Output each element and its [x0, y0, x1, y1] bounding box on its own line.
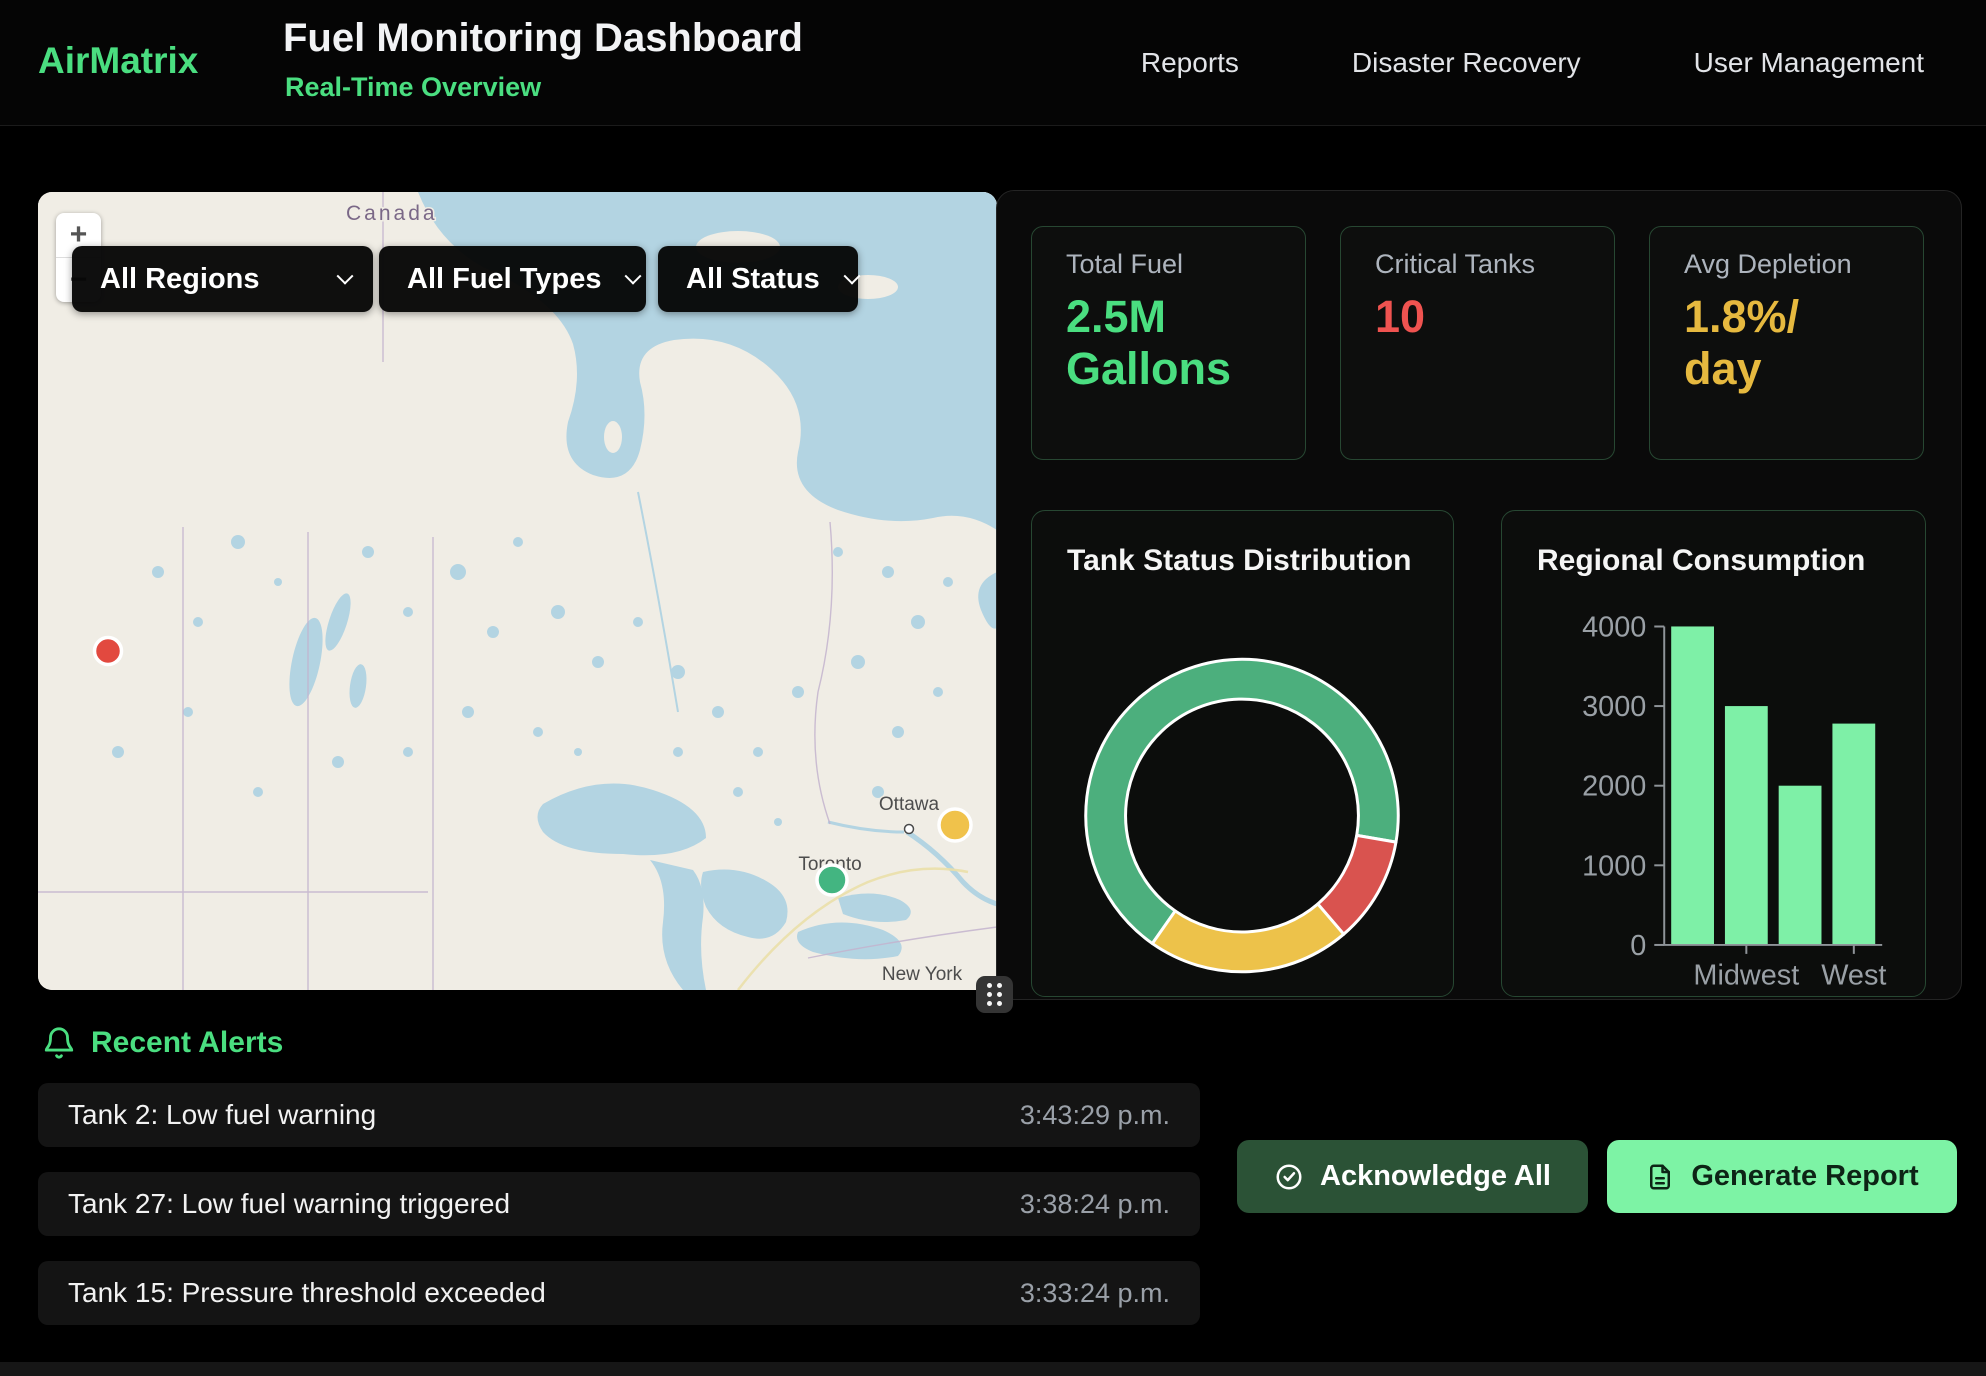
recent-alerts-header: Recent Alerts [42, 1026, 283, 1060]
tank-status-chart [1032, 511, 1453, 996]
tank-map[interactable]: Canada Ottawa Toronto New York + − All R… [38, 192, 997, 990]
document-icon [1645, 1162, 1675, 1192]
alert-row: Tank 27: Low fuel warning triggered 3:38… [38, 1172, 1200, 1236]
chart-title: Regional Consumption [1537, 544, 1865, 578]
generate-report-button[interactable]: Generate Report [1607, 1140, 1957, 1213]
map-label-ottawa: Ottawa [879, 794, 940, 815]
svg-text:4000: 4000 [1582, 611, 1646, 643]
map-island [604, 421, 622, 453]
stat-card-critical-tanks: Critical Tanks 10 [1340, 226, 1615, 460]
alert-time: 3:43:29 p.m. [1020, 1100, 1170, 1131]
chevron-down-icon [337, 268, 354, 285]
donut-segment-warning [1152, 904, 1343, 972]
page-title: Fuel Monitoring Dashboard [283, 16, 803, 61]
svg-text:1000: 1000 [1582, 850, 1646, 882]
nav-item-disaster-recovery[interactable]: Disaster Recovery [1352, 47, 1581, 79]
chevron-down-icon [843, 268, 860, 285]
stat-value-avg-depletion: 1.8%/day [1684, 291, 1808, 395]
stat-label: Critical Tanks [1375, 249, 1535, 280]
fuel-type-filter-dropdown[interactable]: All Fuel Types [379, 246, 646, 312]
svg-text:0: 0 [1630, 930, 1646, 962]
fuel-type-filter-value: All Fuel Types [407, 263, 601, 296]
status-filter-dropdown[interactable]: All Status [658, 246, 858, 312]
alert-message: Tank 15: Pressure threshold exceeded [68, 1277, 546, 1309]
bell-icon [42, 1026, 76, 1060]
generate-report-label: Generate Report [1691, 1160, 1918, 1193]
stat-value-total-fuel: 2.5M Gallons [1066, 291, 1266, 395]
map-filters: All Regions All Fuel Types All Status [72, 246, 858, 312]
nav-item-user-management[interactable]: User Management [1694, 47, 1924, 79]
ottawa-town-dot [905, 825, 914, 834]
map-label-new-york: New York [882, 964, 963, 985]
map-label-canada: Canada [346, 202, 438, 225]
chevron-down-icon [625, 268, 642, 285]
acknowledge-all-label: Acknowledge All [1320, 1160, 1551, 1193]
regional-consumption-chart: 0 1000 2000 3000 4000 Midwest West [1502, 511, 1925, 996]
alert-time: 3:38:24 p.m. [1020, 1189, 1170, 1220]
bar-3 [1832, 724, 1875, 945]
svg-text:Midwest: Midwest [1693, 960, 1799, 992]
check-circle-icon [1274, 1162, 1304, 1192]
alert-row: Tank 15: Pressure threshold exceeded 3:3… [38, 1261, 1200, 1325]
map-resize-handle[interactable] [976, 976, 1013, 1013]
stat-card-avg-depletion: Avg Depletion 1.8%/day [1649, 226, 1924, 460]
tank-status-card: Tank Status Distribution [1031, 510, 1454, 997]
acknowledge-all-button[interactable]: Acknowledge All [1237, 1140, 1588, 1213]
svg-text:2000: 2000 [1582, 771, 1646, 803]
footer-bar [0, 1362, 1986, 1376]
regional-consumption-card: Regional Consumption 0 1000 2000 3000 4000 Mi… [1501, 510, 1926, 997]
normal-tank-marker[interactable] [817, 865, 847, 895]
alert-message: Tank 27: Low fuel warning triggered [68, 1188, 510, 1220]
region-filter-value: All Regions [100, 263, 260, 296]
main-nav: Reports Disaster Recovery User Managemen… [1141, 0, 1924, 126]
region-filter-dropdown[interactable]: All Regions [72, 246, 373, 312]
warning-tank-marker[interactable] [939, 809, 971, 841]
stat-card-total-fuel: Total Fuel 2.5M Gallons [1031, 226, 1306, 460]
bar-1 [1725, 706, 1768, 945]
alert-row: Tank 2: Low fuel warning 3:43:29 p.m. [38, 1083, 1200, 1147]
svg-text:3000: 3000 [1582, 691, 1646, 723]
bar-2 [1779, 786, 1822, 945]
stat-label: Avg Depletion [1684, 249, 1852, 280]
overview-panel: Total Fuel 2.5M Gallons Critical Tanks 1… [996, 190, 1962, 1000]
chart-title: Tank Status Distribution [1067, 544, 1411, 578]
alert-time: 3:33:24 p.m. [1020, 1278, 1170, 1309]
page-subtitle: Real-Time Overview [285, 72, 541, 103]
status-filter-value: All Status [686, 263, 820, 296]
nav-item-reports[interactable]: Reports [1141, 47, 1239, 79]
stat-value-critical-tanks: 10 [1375, 291, 1575, 343]
stat-label: Total Fuel [1066, 249, 1183, 280]
app-header: AirMatrix Fuel Monitoring Dashboard Real… [0, 0, 1986, 126]
svg-text:West: West [1821, 960, 1886, 992]
alert-message: Tank 2: Low fuel warning [68, 1099, 376, 1131]
bar-0 [1671, 626, 1714, 944]
brand-logo: AirMatrix [38, 40, 198, 82]
critical-tank-marker[interactable] [95, 638, 122, 665]
recent-alerts-title: Recent Alerts [91, 1026, 283, 1060]
